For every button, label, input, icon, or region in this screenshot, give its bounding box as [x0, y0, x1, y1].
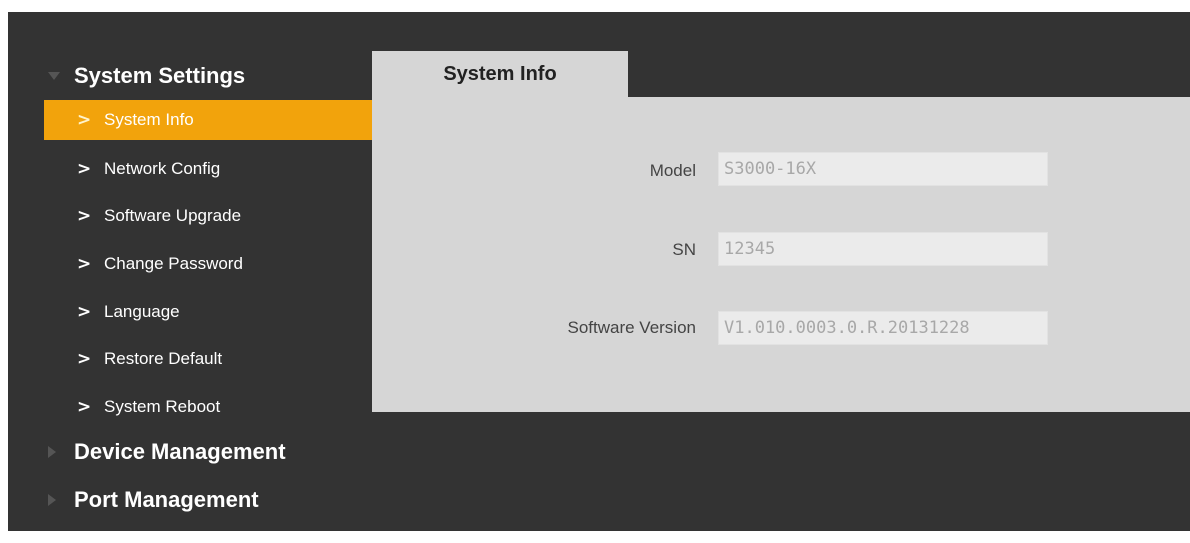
- triangle-right-icon: [48, 446, 56, 458]
- chevron-right-icon: >: [77, 348, 92, 369]
- chevron-right-icon: >: [77, 205, 92, 226]
- sidebar-group-label: Device Management: [74, 439, 286, 464]
- sidebar-group-device-management[interactable]: Device Management: [8, 432, 372, 472]
- system-info-panel: Model SN Software Version: [372, 97, 1190, 412]
- sidebar-item-network-config[interactable]: > Network Config: [44, 149, 372, 189]
- sidebar-group-port-management[interactable]: Port Management: [8, 480, 372, 520]
- app-window: System Settings > System Info > Network …: [8, 12, 1190, 531]
- sidebar-item-label: Software Upgrade: [104, 206, 242, 225]
- sidebar-item-language[interactable]: > Language: [44, 292, 372, 332]
- sidebar-item-label: Network Config: [104, 159, 221, 178]
- model-field[interactable]: [718, 152, 1048, 186]
- triangle-down-icon: [48, 72, 60, 80]
- sidebar-item-software-upgrade[interactable]: > Software Upgrade: [44, 196, 372, 236]
- tab-label: System Info: [443, 62, 557, 85]
- sidebar-item-label: Change Password: [104, 254, 243, 273]
- sidebar-item-change-password[interactable]: > Change Password: [44, 244, 372, 284]
- sidebar-item-label: System Info: [104, 110, 194, 129]
- chevron-right-icon: >: [77, 109, 92, 130]
- chevron-right-icon: >: [77, 396, 92, 417]
- software-version-field[interactable]: [718, 311, 1048, 345]
- software-version-label: Software Version: [567, 318, 696, 337]
- sn-field[interactable]: [718, 232, 1048, 266]
- sidebar-item-system-reboot[interactable]: > System Reboot: [44, 387, 372, 427]
- chevron-right-icon: >: [77, 253, 92, 274]
- model-label: Model: [649, 161, 696, 180]
- sidebar-item-restore-default[interactable]: > Restore Default: [44, 339, 372, 379]
- sn-label: SN: [672, 240, 696, 259]
- sidebar-group-label: Port Management: [74, 487, 259, 512]
- triangle-right-icon: [48, 494, 56, 506]
- chevron-right-icon: >: [77, 301, 92, 322]
- sidebar: System Settings > System Info > Network …: [8, 12, 372, 531]
- sidebar-item-label: Language: [104, 302, 180, 321]
- tab-system-info[interactable]: System Info: [372, 51, 628, 97]
- sidebar-item-label: System Reboot: [104, 397, 221, 416]
- sidebar-group-label: System Settings: [74, 63, 246, 88]
- sidebar-item-system-info[interactable]: > System Info: [44, 100, 372, 140]
- sidebar-item-label: Restore Default: [104, 349, 223, 368]
- sidebar-group-system-settings[interactable]: System Settings: [8, 56, 372, 96]
- chevron-right-icon: >: [77, 158, 92, 179]
